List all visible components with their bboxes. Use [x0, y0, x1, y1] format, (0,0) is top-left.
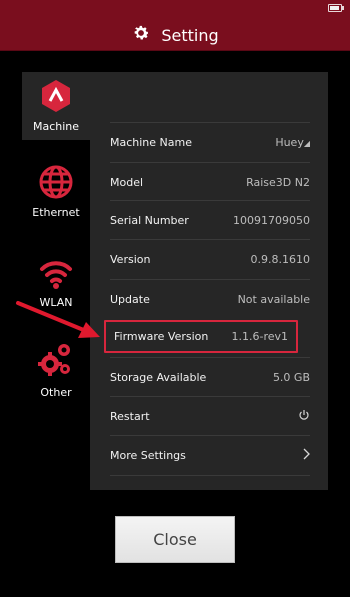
setting-row-restart[interactable]: Restart [110, 396, 310, 436]
gear-icon [131, 23, 151, 47]
wifi-icon [38, 256, 74, 294]
sidebar-item-label: Other [40, 386, 72, 399]
sidebar: Machine Ethernet WLAN Other [22, 72, 90, 490]
setting-value: 1.1.6-rev1 [231, 330, 288, 343]
setting-row-version: Version 0.9.8.1610 [110, 239, 310, 279]
setting-row-firmware-version: Firmware Version 1.1.6-rev1 [104, 320, 298, 353]
setting-label: Firmware Version [114, 330, 209, 343]
setting-value: 0.9.8.1610 [250, 253, 310, 266]
setting-value: 10091709050 [233, 214, 310, 227]
setting-row-storage-available: Storage Available 5.0 GB [110, 357, 310, 397]
setting-label: Restart [110, 410, 150, 423]
setting-value: Raise3D N2 [246, 176, 310, 189]
close-button[interactable]: Close [115, 516, 235, 563]
setting-row-model: Model Raise3D N2 [110, 162, 310, 202]
setting-label: More Settings [110, 449, 186, 462]
setting-label: Model [110, 176, 144, 189]
power-icon[interactable] [298, 409, 310, 424]
setting-label: Machine Name [110, 136, 192, 149]
setting-value: Huey [275, 136, 304, 149]
setting-row-more-settings[interactable]: More Settings [110, 435, 310, 476]
sidebar-item-machine[interactable]: Machine [22, 72, 90, 140]
raise3d-logo-icon [39, 78, 73, 118]
header-bar: Setting [0, 0, 350, 51]
sidebar-item-label: Ethernet [32, 206, 80, 219]
setting-label: Serial Number [110, 214, 189, 227]
settings-panel: Machine Name Huey◢ Model Raise3D N2 Seri… [90, 72, 328, 490]
sidebar-item-other[interactable]: Other [22, 342, 90, 399]
edit-corner-icon: ◢ [303, 139, 310, 148]
page-title: Setting [0, 23, 350, 47]
setting-label: Update [110, 293, 150, 306]
gears-icon [38, 342, 74, 384]
setting-value: 5.0 GB [272, 371, 310, 384]
setting-value: Not available [237, 293, 310, 306]
annotation-arrow-icon [16, 301, 100, 338]
globe-icon [38, 164, 74, 204]
setting-row-serial-number: Serial Number 10091709050 [110, 200, 310, 240]
setting-label: Storage Available [110, 371, 207, 384]
sidebar-item-label: Machine [32, 120, 80, 133]
sidebar-item-ethernet[interactable]: Ethernet [22, 164, 90, 219]
battery-icon [328, 4, 344, 12]
setting-label: Version [110, 253, 151, 266]
setting-row-update[interactable]: Update Not available [110, 279, 310, 319]
title-text: Setting [161, 25, 219, 45]
chevron-right-icon [302, 448, 310, 463]
setting-row-machine-name[interactable]: Machine Name Huey◢ [110, 122, 310, 162]
